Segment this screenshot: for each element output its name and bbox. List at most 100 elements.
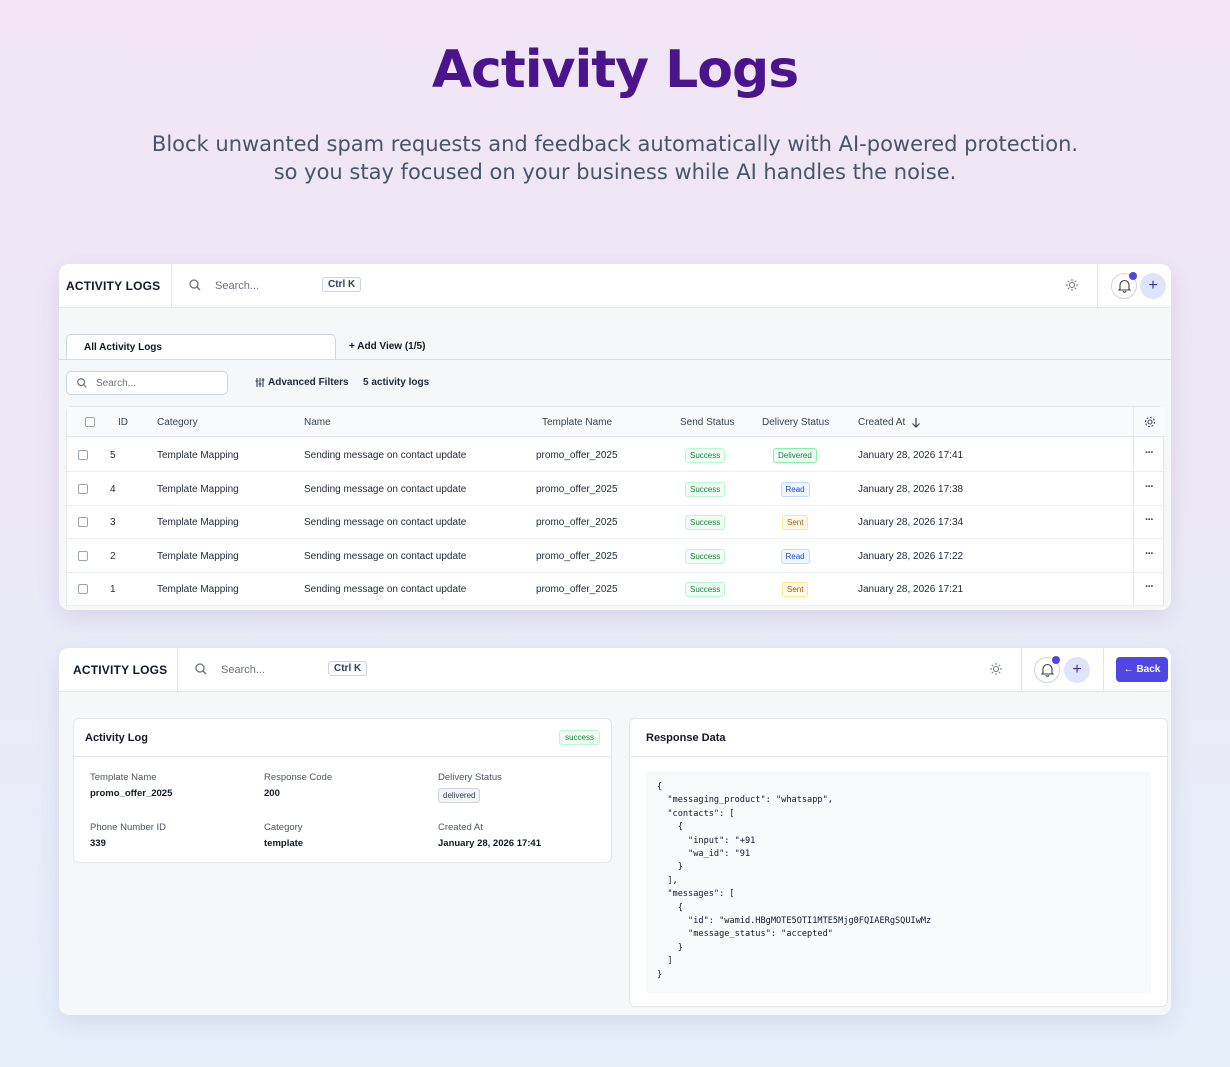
- notifications-button[interactable]: [1034, 656, 1060, 683]
- notification-dot: [1052, 656, 1060, 664]
- arrow-left-icon: ←: [1123, 664, 1134, 675]
- delivery-status-label: Delivery Status: [438, 772, 502, 783]
- cell-id: 3: [110, 517, 116, 529]
- column-header-name[interactable]: Name: [304, 417, 331, 428]
- response-data-title: Response Data: [646, 732, 726, 744]
- notifications-button[interactable]: [1111, 272, 1137, 299]
- column-header-template-name[interactable]: Template Name: [542, 417, 612, 428]
- hero-subtitle-line2: so you stay focused on your business whi…: [273, 160, 957, 184]
- response-json-block: { "messaging_product": "whatsapp", "cont…: [646, 771, 1151, 993]
- phone-number-id-label: Phone Number ID: [90, 822, 167, 833]
- bell-icon: [1041, 663, 1054, 677]
- send-status-badge: Success: [685, 548, 726, 564]
- phone-number-id-value: 339: [90, 838, 106, 849]
- search-icon: [77, 378, 87, 388]
- sun-icon[interactable]: [989, 662, 1003, 676]
- status-badge: success: [559, 730, 600, 745]
- row-checkbox[interactable]: [78, 517, 88, 528]
- column-header-created-at[interactable]: Created At: [858, 417, 905, 428]
- table-row[interactable]: 3 Template Mapping Sending message on cont…: [67, 505, 1165, 540]
- top-bar: ACTIVITY LOGS Search... Ctrl K +: [59, 264, 1171, 308]
- gear-icon[interactable]: [1144, 416, 1156, 428]
- hero-subtitle: Block unwanted spam requests and feedbac…: [100, 130, 1130, 186]
- table-row[interactable]: 2 Template Mapping Sending message on cont…: [67, 539, 1165, 573]
- shortcut-badge: Ctrl K: [328, 661, 368, 676]
- divider: [177, 648, 178, 692]
- cell-category: Template Mapping: [157, 450, 239, 461]
- row-actions-button[interactable]: ···: [1145, 514, 1154, 526]
- divider: [171, 264, 172, 308]
- cell-created-at: January 28, 2026 17:41: [858, 450, 964, 461]
- cell-created-at: January 28, 2026 17:38: [858, 483, 964, 495]
- column-header-send-status[interactable]: Send Status: [680, 417, 734, 428]
- delivery-status-badge: Sent: [782, 515, 809, 531]
- bell-icon: [1118, 279, 1131, 293]
- cell-id: 2: [110, 550, 116, 562]
- advanced-filters-button[interactable]: Advanced Filters: [255, 377, 349, 388]
- cell-id: 4: [110, 483, 116, 495]
- column-header-category[interactable]: Category: [157, 417, 198, 428]
- divider: [1103, 648, 1104, 692]
- plus-icon[interactable]: +: [1064, 657, 1090, 683]
- send-status-badge: Success: [685, 481, 726, 497]
- search-icon: [189, 279, 201, 291]
- table-row[interactable]: 4 Template Mapping Sending message on cont…: [67, 472, 1165, 506]
- column-header-id[interactable]: ID: [118, 417, 128, 428]
- sliders-icon: [255, 378, 265, 387]
- response-data-card: Response Data { "messaging_product": "wh…: [629, 718, 1168, 1007]
- add-view-button[interactable]: + Add View (1/5): [349, 341, 425, 352]
- plus-icon[interactable]: +: [1140, 273, 1166, 299]
- row-checkbox[interactable]: [78, 550, 88, 561]
- hero-title: Activity Logs: [431, 40, 799, 100]
- global-search-input[interactable]: Search...: [221, 664, 265, 676]
- row-checkbox[interactable]: [78, 584, 88, 595]
- row-actions-button[interactable]: ···: [1145, 447, 1154, 459]
- search-icon: [195, 663, 207, 675]
- global-search-input[interactable]: Search...: [215, 280, 259, 292]
- tab-all-activity-logs[interactable]: All Activity Logs: [66, 334, 336, 359]
- row-checkbox[interactable]: [78, 483, 88, 494]
- shortcut-badge: Ctrl K: [322, 277, 362, 292]
- send-status-badge: Success: [685, 515, 726, 531]
- category-value: template: [264, 838, 304, 849]
- table-row[interactable]: 5 Template Mapping Sending message on cont…: [67, 438, 1165, 472]
- back-button[interactable]: ← Back: [1116, 657, 1168, 682]
- delivery-status-badge: Delivered: [773, 448, 817, 463]
- cell-created-at: January 28, 2026 17:22: [858, 550, 964, 562]
- response-code-value: 200: [264, 788, 280, 799]
- activity-log-title: Activity Log: [85, 732, 148, 744]
- table-row[interactable]: 1 Template Mapping Sending message on cont…: [67, 572, 1165, 607]
- activity-log-detail-panel: ACTIVITY LOGS Search... Ctrl K + ← Back …: [59, 648, 1171, 1015]
- table-header: ID Category Name Template Name Send Stat…: [67, 407, 1165, 437]
- cell-template-name: promo_offer_2025: [536, 483, 618, 495]
- sun-icon[interactable]: [1065, 278, 1079, 292]
- send-status-badge: Success: [685, 582, 726, 598]
- row-actions-button[interactable]: ···: [1145, 481, 1154, 493]
- cell-category: Template Mapping: [157, 483, 239, 495]
- cell-template-name: promo_offer_2025: [536, 550, 618, 562]
- row-actions-button[interactable]: ···: [1145, 581, 1154, 593]
- row-actions-button[interactable]: ···: [1145, 548, 1154, 560]
- delivery-status-badge: Read: [780, 481, 810, 497]
- column-header-delivery-status[interactable]: Delivery Status: [762, 417, 829, 428]
- created-at-label: Created At: [438, 822, 483, 833]
- notification-dot: [1129, 272, 1137, 280]
- row-checkbox[interactable]: [78, 450, 88, 460]
- cell-template-name: promo_offer_2025: [536, 584, 618, 596]
- table-search-input[interactable]: Search...: [66, 371, 228, 395]
- activity-log-card: Activity Log success Template Name promo…: [73, 718, 612, 863]
- sort-down-icon[interactable]: [911, 417, 921, 428]
- back-button-label: Back: [1136, 664, 1161, 675]
- template-name-value: promo_offer_2025: [90, 788, 173, 799]
- brand-label: ACTIVITY LOGS: [73, 663, 168, 677]
- response-code-label: Response Code: [264, 772, 333, 783]
- select-all-checkbox[interactable]: [85, 417, 95, 427]
- cell-name: Sending message on contact update: [304, 450, 467, 461]
- created-at-value: January 28, 2026 17:41: [438, 838, 541, 849]
- cell-category: Template Mapping: [157, 584, 239, 596]
- cell-name: Sending message on contact update: [304, 483, 467, 495]
- cell-id: 5: [110, 450, 116, 461]
- tab-divider: [59, 359, 1171, 360]
- cell-name: Sending message on contact update: [304, 517, 467, 529]
- table-search-placeholder: Search...: [96, 378, 137, 389]
